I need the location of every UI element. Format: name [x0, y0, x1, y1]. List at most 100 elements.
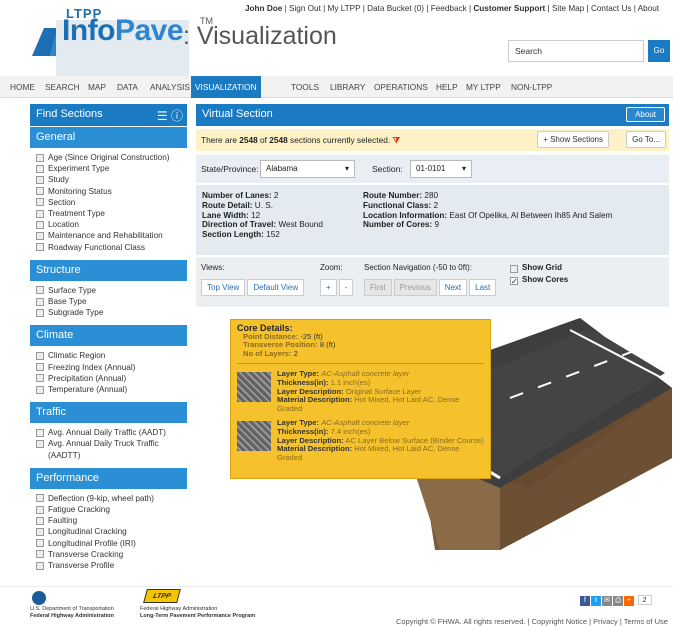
ltpp-footer-logo[interactable]: LTPP — [143, 589, 181, 603]
filter-category-performance[interactable]: Performance — [30, 467, 187, 489]
show-grid-toggle[interactable]: Show Grid — [510, 263, 562, 273]
show-sections-button[interactable]: + Show Sections — [537, 131, 609, 148]
filter-checkbox-item[interactable]: Age (Since Original Construction) — [36, 152, 183, 163]
filter-category-structure[interactable]: Structure — [30, 259, 187, 281]
next-button[interactable]: Next — [438, 279, 468, 296]
filter-checkbox-item[interactable]: Subgrade Type — [36, 307, 183, 318]
contact-us-link[interactable]: Contact Us — [591, 4, 632, 13]
share-plus-icon[interactable]: + — [624, 596, 634, 606]
checkbox[interactable] — [36, 363, 44, 372]
checkbox[interactable] — [36, 561, 44, 570]
checkbox[interactable] — [36, 243, 44, 252]
top-view-button[interactable]: Top View — [201, 279, 246, 296]
checkbox[interactable] — [36, 494, 44, 503]
filter-checkbox-item[interactable]: Maintenance and Rehabilitation — [36, 230, 183, 241]
filter-checkbox-item[interactable]: Precipitation (Annual) — [36, 373, 183, 384]
checkbox[interactable] — [36, 164, 44, 173]
feedback-link[interactable]: Feedback — [431, 4, 467, 13]
filter-checkbox-item[interactable]: Climatic Region — [36, 350, 183, 361]
checkbox[interactable] — [36, 351, 44, 360]
section-select[interactable]: 01-0101 ▾ — [410, 160, 472, 178]
state-select[interactable]: Alabama ▾ — [260, 160, 355, 178]
checkbox[interactable] — [36, 209, 44, 218]
filter-checkbox-item[interactable]: Temperature (Annual) — [36, 384, 183, 395]
customer-support-link[interactable]: Customer Support — [473, 4, 545, 13]
checkbox[interactable] — [36, 297, 44, 306]
nav-tools[interactable]: TOOLS — [291, 76, 319, 98]
nav-library[interactable]: LIBRARY — [330, 76, 365, 98]
terms-link[interactable]: Terms of Use — [624, 617, 668, 626]
last-button[interactable]: Last — [469, 279, 497, 296]
list-icon[interactable]: ☰ — [157, 109, 168, 123]
nav-map[interactable]: MAP — [88, 76, 106, 98]
print-icon[interactable]: ⎙ — [613, 596, 623, 606]
checkbox[interactable] — [36, 428, 44, 437]
filter-checkbox-item[interactable]: Longitudinal Profile (IRI) — [36, 538, 183, 549]
checkbox[interactable] — [36, 308, 44, 317]
filter-checkbox-item[interactable]: Roadway Functional Class — [36, 242, 183, 253]
checkbox[interactable] — [36, 231, 44, 240]
filter-category-traffic[interactable]: Traffic — [30, 402, 187, 424]
default-view-button[interactable]: Default View — [247, 279, 305, 296]
filter-checkbox-item[interactable]: Study — [36, 174, 183, 185]
infopave-logo[interactable]: LTPP InfoPave TM : Visualization — [30, 6, 360, 90]
filter-category-climate[interactable]: Climate — [30, 325, 187, 347]
filter-checkbox-item[interactable]: Base Type — [36, 296, 183, 307]
filter-checkbox-item[interactable]: Freezing Index (Annual) — [36, 362, 183, 373]
checkbox[interactable] — [36, 286, 44, 295]
filter-checkbox-item[interactable]: Longitudinal Cracking — [36, 526, 183, 537]
filter-checkbox-item[interactable]: Transverse Profile — [36, 560, 183, 571]
about-button[interactable]: About — [626, 107, 665, 122]
twitter-icon[interactable]: t — [591, 596, 601, 606]
email-icon[interactable]: ✉ — [602, 596, 612, 606]
zoom-in-button[interactable]: + — [320, 279, 337, 296]
filter-checkbox-item[interactable]: Avg. Annual Daily Traffic (AADT) — [36, 427, 183, 438]
checkbox[interactable] — [36, 505, 44, 514]
nav-home[interactable]: HOME — [10, 76, 35, 98]
nav-analysis[interactable]: ANALYSIS — [150, 76, 190, 98]
nav-operations[interactable]: OPERATIONS — [374, 76, 428, 98]
nav-non-ltpp[interactable]: NON-LTPP — [511, 76, 552, 98]
filter-checkbox-item[interactable]: Avg. Annual Daily Truck Traffic (AADTT) — [36, 438, 183, 460]
filter-checkbox-item[interactable]: Transverse Cracking — [36, 549, 183, 560]
checkbox[interactable] — [36, 539, 44, 548]
dot-logo-icon[interactable] — [32, 591, 46, 605]
site-map-link[interactable]: Site Map — [552, 4, 584, 13]
filter-checkbox-item[interactable]: Fatigue Cracking — [36, 504, 183, 515]
filter-checkbox-item[interactable]: Deflection (9-kip, wheel path) — [36, 493, 183, 504]
checkbox[interactable] — [36, 153, 44, 162]
checkbox[interactable] — [36, 516, 44, 525]
checkbox[interactable] — [36, 175, 44, 184]
checkbox[interactable] — [36, 385, 44, 394]
about-link[interactable]: About — [638, 4, 659, 13]
nav-my-ltpp[interactable]: MY LTPP — [466, 76, 501, 98]
filter-checkbox-item[interactable]: Surface Type — [36, 285, 183, 296]
facebook-icon[interactable]: f — [580, 596, 590, 606]
show-cores-toggle[interactable]: ✓ Show Cores — [510, 275, 568, 285]
filter-checkbox-item[interactable]: Experiment Type — [36, 163, 183, 174]
checkbox[interactable] — [36, 374, 44, 383]
checkbox[interactable] — [36, 550, 44, 559]
copyright-notice-link[interactable]: Copyright Notice — [532, 617, 587, 626]
checkbox[interactable] — [36, 220, 44, 229]
previous-button[interactable]: Previous — [393, 279, 437, 296]
first-button[interactable]: First — [364, 279, 392, 296]
search-go-button[interactable]: Go — [648, 40, 670, 62]
data-bucket-link[interactable]: Data Bucket (0) — [367, 4, 424, 13]
checkbox[interactable] — [36, 527, 44, 536]
search-input[interactable]: Search — [508, 40, 644, 62]
zoom-out-button[interactable]: - — [338, 279, 354, 296]
go-to-button[interactable]: Go To... — [626, 131, 666, 148]
filter-category-general[interactable]: General — [30, 127, 187, 148]
filter-checkbox-item[interactable]: Monitoring Status — [36, 186, 183, 197]
filter-checkbox-item[interactable]: Faulting — [36, 515, 183, 526]
nav-help[interactable]: HELP — [436, 76, 458, 98]
nav-search[interactable]: SEARCH — [45, 76, 80, 98]
clear-filter-icon[interactable]: ⧩ — [392, 135, 399, 145]
nav-data[interactable]: DATA — [117, 76, 138, 98]
filter-checkbox-item[interactable]: Treatment Type — [36, 208, 183, 219]
nav-visualization[interactable]: VISUALIZATION — [191, 76, 261, 98]
help-icon[interactable]: ⓘ — [171, 109, 183, 123]
checkbox[interactable] — [36, 439, 44, 448]
privacy-link[interactable]: Privacy — [593, 617, 618, 626]
